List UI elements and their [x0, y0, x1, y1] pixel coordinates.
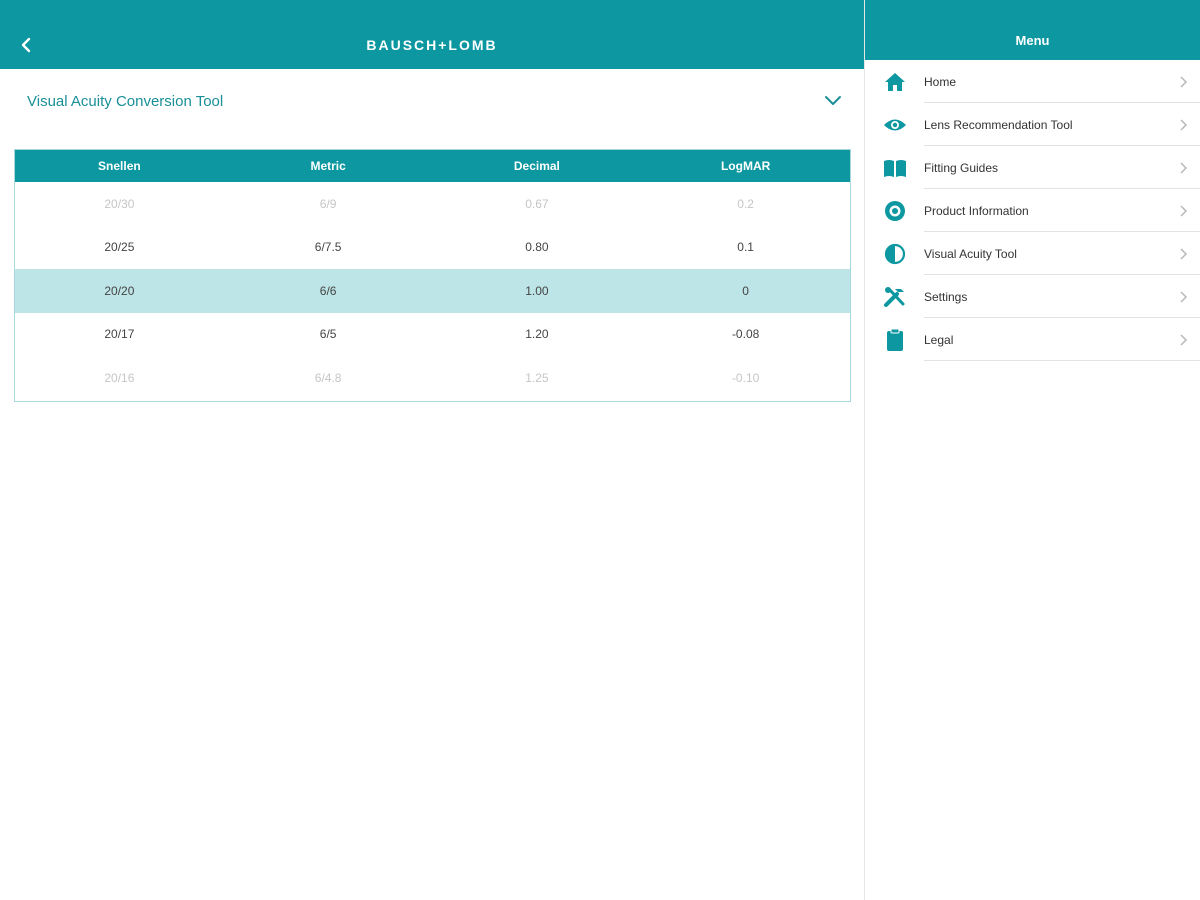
chevron-right-icon	[1180, 205, 1188, 217]
menu-item-label: Lens Recommendation Tool	[924, 118, 1073, 132]
menu-item-lens-recommendation[interactable]: Lens Recommendation Tool	[865, 103, 1200, 146]
book-icon	[883, 156, 907, 180]
cell-decimal: 1.25	[525, 370, 549, 385]
eye-icon	[883, 113, 907, 137]
cell-snellen: 20/16	[104, 370, 135, 385]
menu-item-label: Product Information	[924, 204, 1029, 218]
main-panel: BAUSCH+LOMB Visual Acuity Conversion Too…	[0, 0, 864, 900]
menu-title: Menu	[1015, 33, 1050, 48]
acuity-table[interactable]: Snellen Metric Decimal LogMAR 20/30 6/9 …	[14, 149, 851, 402]
cell-metric: 6/6	[319, 283, 337, 298]
product-icon	[883, 199, 907, 223]
chevron-down-icon[interactable]	[822, 93, 844, 109]
menu-header: Menu	[865, 0, 1200, 60]
menu-item-legal[interactable]: Legal	[865, 318, 1200, 361]
cell-decimal: 1.00	[525, 283, 549, 298]
menu-item-settings[interactable]: Settings	[865, 275, 1200, 318]
brand-logo: BAUSCH+LOMB	[366, 37, 498, 53]
cell-decimal: 0.80	[525, 240, 549, 255]
divider	[924, 360, 1200, 361]
tool-selector[interactable]: Visual Acuity Conversion Tool	[0, 69, 864, 135]
menu-item-home[interactable]: Home	[865, 60, 1200, 103]
chevron-right-icon	[1180, 162, 1188, 174]
cell-metric: 6/5	[319, 327, 337, 342]
menu-item-product-information[interactable]: Product Information	[865, 189, 1200, 232]
cell-decimal: 0.67	[525, 196, 549, 211]
cell-metric: 6/9	[319, 196, 337, 211]
table-row[interactable]: 20/30 6/9 0.67 0.2	[15, 182, 850, 226]
menu-item-visual-acuity-tool[interactable]: Visual Acuity Tool	[865, 232, 1200, 275]
menu-item-label: Settings	[924, 290, 968, 304]
menu-item-label: Home	[924, 75, 957, 89]
chevron-right-icon	[1180, 248, 1188, 260]
cell-logmar: 0.2	[737, 196, 754, 211]
cell-logmar: -0.10	[731, 370, 760, 385]
column-header-snellen: Snellen	[98, 159, 141, 173]
cell-decimal: 1.20	[525, 327, 549, 342]
menu-item-label: Visual Acuity Tool	[924, 247, 1017, 261]
column-header-logmar: LogMAR	[720, 159, 771, 173]
side-menu: Menu Home Lens Recommendation Tool Fitti…	[864, 0, 1200, 900]
table-row[interactable]: 20/25 6/7.5 0.80 0.1	[15, 226, 850, 270]
cell-logmar: 0.1	[737, 240, 754, 255]
cell-snellen: 20/17	[104, 327, 135, 342]
column-header-metric: Metric	[310, 159, 346, 173]
table-header: Snellen Metric Decimal LogMAR	[15, 150, 850, 182]
tool-title: Visual Acuity Conversion Tool	[27, 93, 224, 110]
table-row-selected[interactable]: 20/20 6/6 1.00 0	[15, 269, 850, 313]
tools-icon	[883, 285, 907, 309]
chevron-right-icon	[1180, 119, 1188, 131]
cell-logmar: -0.08	[731, 327, 760, 342]
cell-snellen: 20/25	[104, 240, 135, 255]
cell-metric: 6/7.5	[314, 240, 342, 255]
cell-logmar: 0	[742, 283, 749, 298]
column-header-decimal: Decimal	[513, 159, 560, 173]
cell-metric: 6/4.8	[314, 370, 342, 385]
cell-snellen: 20/20	[104, 283, 135, 298]
chevron-right-icon	[1180, 76, 1188, 88]
table-row[interactable]: 20/16 6/4.8 1.25 -0.10	[15, 356, 850, 400]
contrast-icon	[883, 242, 907, 266]
home-icon	[883, 70, 907, 94]
chevron-right-icon	[1180, 291, 1188, 303]
chevron-right-icon	[1180, 334, 1188, 346]
clipboard-icon	[883, 328, 907, 352]
menu-item-label: Fitting Guides	[924, 161, 999, 175]
menu-item-fitting-guides[interactable]: Fitting Guides	[865, 146, 1200, 189]
table-row[interactable]: 20/17 6/5 1.20 -0.08	[15, 313, 850, 357]
app-header: BAUSCH+LOMB	[0, 0, 864, 69]
cell-snellen: 20/30	[104, 196, 135, 211]
menu-item-label: Legal	[924, 333, 954, 347]
